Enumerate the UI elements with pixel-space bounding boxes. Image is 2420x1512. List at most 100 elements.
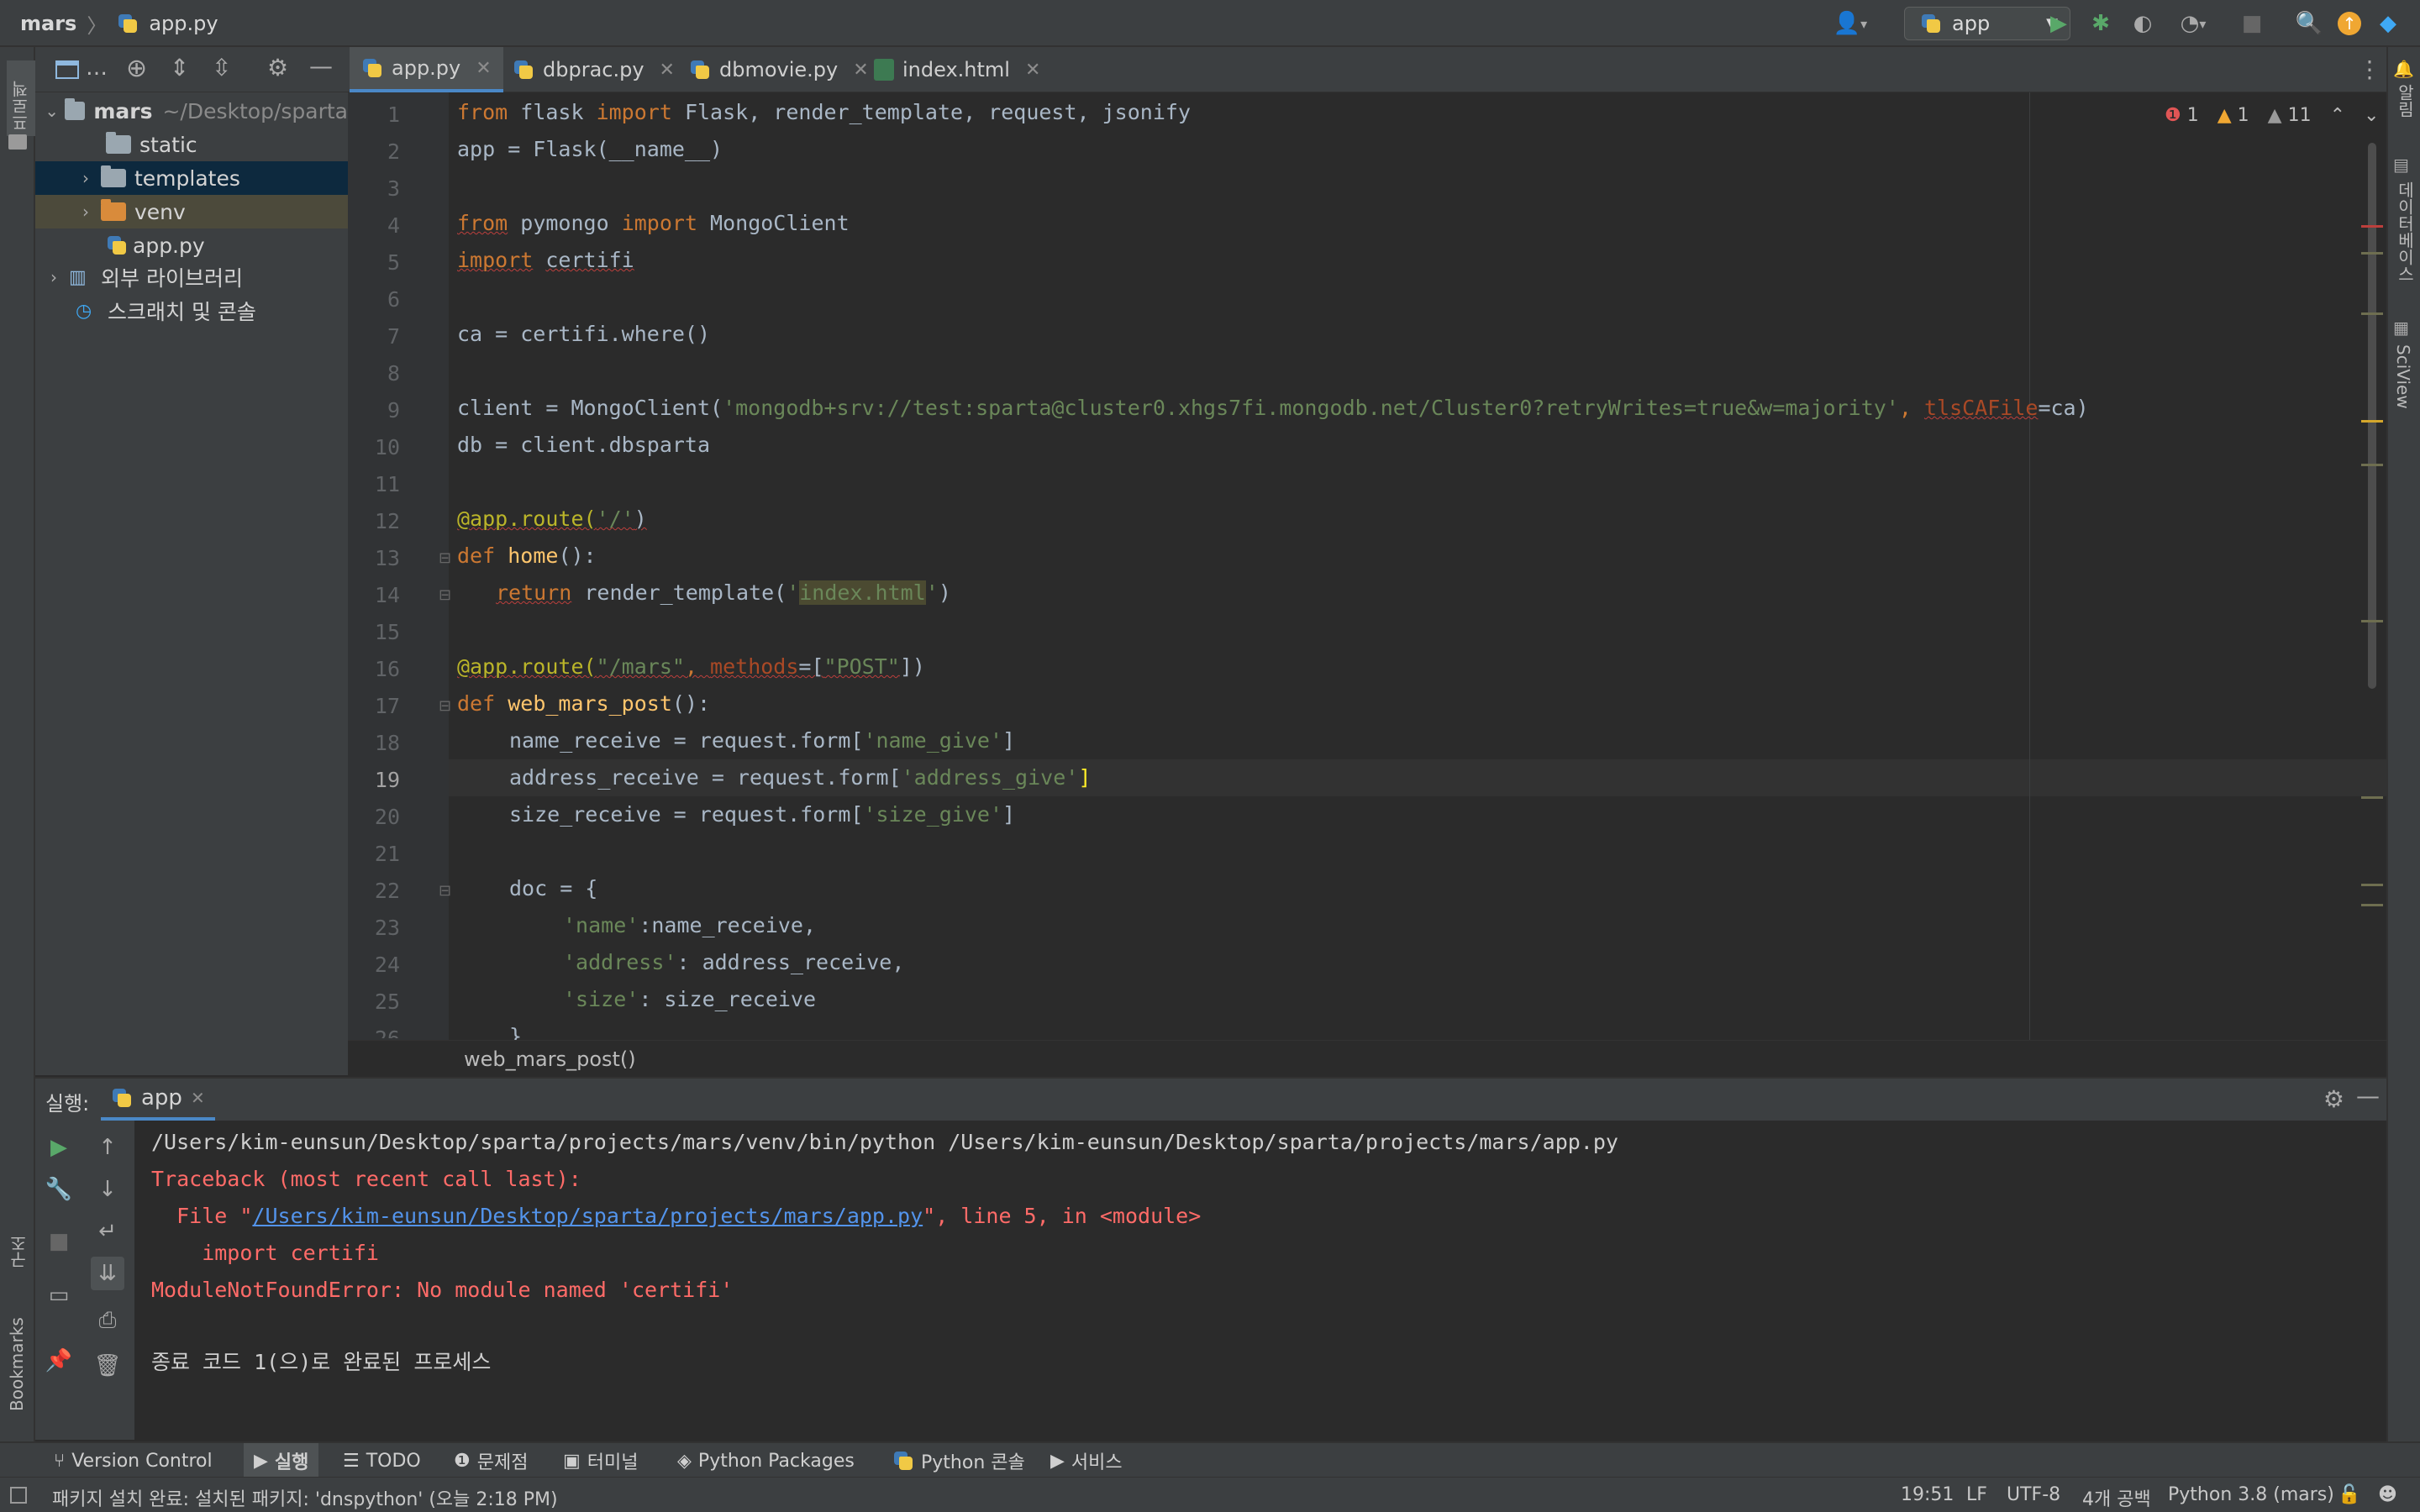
stop-icon[interactable]: ■ — [2235, 7, 2269, 40]
tree-item-scratches[interactable]: ◷ 스크래치 및 콘솔 — [35, 294, 348, 328]
fold-end-icon[interactable]: ⊟ — [439, 586, 451, 604]
database-icon[interactable]: ▤ — [2393, 155, 2409, 175]
jetbrains-icon[interactable]: ◆ — [2371, 7, 2405, 40]
run-tab-app[interactable]: app ✕ — [101, 1079, 215, 1121]
line-separator[interactable]: LF — [1966, 1484, 1987, 1505]
pin-icon[interactable]: 📌 — [42, 1344, 76, 1378]
tree-item-app-py[interactable]: app.py — [35, 228, 348, 262]
close-icon[interactable]: ✕ — [660, 60, 675, 81]
tree-item-external-libraries[interactable]: › ▥ 외부 라이브러리 — [35, 260, 348, 294]
console-code-line: import certifi — [151, 1241, 379, 1265]
database-tool-button[interactable]: 데이터베이스 — [2393, 181, 2417, 282]
tool-services[interactable]: ▶ 서비스 — [1050, 1443, 1123, 1478]
run-icon[interactable]: ▶ — [2042, 7, 2075, 40]
debug-icon[interactable]: ✱ — [2084, 7, 2118, 40]
soft-wrap-icon[interactable]: ↵ — [91, 1215, 124, 1248]
tool-label: 서비스 — [1071, 1452, 1123, 1473]
tool-python-packages[interactable]: ◈ Python Packages — [677, 1443, 855, 1478]
wrench-icon[interactable]: 🔧 — [42, 1173, 76, 1206]
tree-item-templates[interactable]: › templates — [35, 161, 348, 195]
tree-item-static[interactable]: static — [35, 128, 348, 161]
collapse-all-icon[interactable]: ⇳ — [212, 54, 231, 81]
warning-stripe-mark[interactable] — [2361, 904, 2383, 906]
tab-index-html[interactable]: index.html ✕ — [862, 47, 1052, 92]
fold-icon[interactable]: ⊟ — [439, 697, 451, 715]
chevron-right-icon: › — [82, 202, 89, 222]
tool-todo[interactable]: ☰ TODO — [343, 1443, 421, 1478]
weak-warning-count[interactable]: ▲ 11 — [2268, 105, 2312, 126]
trash-icon[interactable]: 🗑 — [91, 1349, 124, 1383]
fold-icon[interactable]: ⊟ — [439, 882, 451, 900]
project-view-icon[interactable] — [55, 60, 79, 79]
tab-dbprac-py[interactable]: dbprac.py ✕ — [501, 47, 687, 92]
code-line-19: address_receive = request.form['address_… — [509, 765, 1092, 790]
code-line-24: 'address': address_receive, — [563, 950, 905, 974]
python-file-icon — [689, 59, 711, 81]
rerun-icon[interactable]: ▶ — [42, 1131, 76, 1164]
hide-icon[interactable]: — — [2356, 1082, 2380, 1110]
console-file-link[interactable]: /Users/kim-eunsun/Desktop/sparta/project… — [252, 1204, 923, 1228]
coverage-icon[interactable]: ◐ — [2126, 7, 2160, 40]
layout-icon[interactable]: ▭ — [42, 1278, 76, 1312]
update-icon[interactable]: ↑ — [2333, 7, 2366, 40]
close-icon[interactable]: ✕ — [1025, 60, 1040, 81]
warning-stripe-mark[interactable] — [2361, 420, 2383, 423]
status-message[interactable]: 패키지 설치 완료: 설치된 패키지: 'dnspython' (오늘 2:18… — [52, 1484, 558, 1511]
bookmarks-tool-button[interactable]: Bookmarks — [7, 1294, 27, 1411]
tree-item-mars[interactable]: ⌄ mars ~/Desktop/sparta — [35, 94, 348, 128]
structure-tool-button[interactable]: 구조 — [7, 1201, 31, 1268]
locate-icon[interactable]: ⊕ — [126, 54, 147, 83]
close-icon[interactable]: ✕ — [191, 1088, 205, 1108]
search-icon[interactable]: 🔍 — [2292, 7, 2326, 40]
settings-icon[interactable]: ⚙ — [2323, 1085, 2344, 1113]
tool-terminal[interactable]: ▣ 터미널 — [563, 1443, 639, 1478]
tool-problems[interactable]: ❶ 문제점 — [454, 1443, 528, 1478]
more-vertical-icon[interactable]: ⋮ — [2358, 55, 2381, 83]
breadcrumb-project[interactable]: mars — [20, 12, 76, 35]
error-count[interactable]: ❶ 1 — [2165, 105, 2199, 126]
tree-item-venv[interactable]: › venv — [35, 195, 348, 228]
warning-stripe-mark[interactable] — [2361, 252, 2383, 255]
profile-icon[interactable]: ◔ ▾ — [2168, 7, 2218, 40]
breadcrumb-file[interactable]: app.py — [149, 12, 218, 35]
print-icon[interactable]: ⎙ — [91, 1304, 124, 1337]
indent-setting[interactable]: 4개 공백 — [2082, 1484, 2151, 1511]
tab-dbmovie-py[interactable]: dbmovie.py ✕ — [677, 47, 881, 92]
arrow-down-icon[interactable]: ↓ — [91, 1173, 124, 1206]
tool-run[interactable]: ▶ 실행 — [244, 1443, 319, 1478]
tool-version-control[interactable]: ⑂ Version Control — [54, 1443, 213, 1478]
user-icon[interactable]: 👤 ▾ — [1825, 7, 1876, 40]
arrow-up-icon[interactable]: ↑ — [91, 1131, 124, 1164]
lock-icon[interactable]: 🔓 — [2338, 1484, 2360, 1505]
caret-position[interactable]: 19:51 — [1901, 1484, 1954, 1505]
warning-stripe-mark[interactable] — [2361, 796, 2383, 799]
warning-stripe-mark[interactable] — [2361, 620, 2383, 622]
function-breadcrumb[interactable]: web_mars_post() — [464, 1047, 636, 1071]
tab-app-py[interactable]: app.py ✕ — [350, 47, 503, 92]
file-encoding[interactable]: UTF-8 — [2007, 1484, 2060, 1505]
notifications-tool-button[interactable]: 알림 — [2393, 84, 2417, 118]
warning-stripe-mark[interactable] — [2361, 884, 2383, 886]
warning-stripe-mark[interactable] — [2361, 312, 2383, 315]
stop-icon[interactable]: ■ — [42, 1225, 76, 1258]
tool-python-console[interactable]: Python 콘솔 — [892, 1443, 1025, 1478]
more-icon[interactable]: … — [86, 55, 108, 81]
fold-icon[interactable]: ⊟ — [439, 549, 451, 567]
toggle-panels-icon[interactable] — [10, 1487, 27, 1504]
close-icon[interactable]: ✕ — [476, 58, 491, 79]
warning-count[interactable]: ▲ 1 — [2217, 105, 2249, 126]
sciview-icon[interactable]: ▦ — [2393, 318, 2409, 338]
inspector-icon[interactable]: ☻ — [2378, 1484, 2397, 1505]
chevron-up-icon[interactable]: ⌃ — [2330, 105, 2345, 126]
scroll-to-end-icon[interactable]: ⇊ — [91, 1257, 124, 1290]
notifications-icon[interactable]: 🔔 — [2393, 59, 2414, 79]
python-interpreter[interactable]: Python 3.8 (mars) — [2168, 1484, 2334, 1505]
warning-stripe-mark[interactable] — [2361, 464, 2383, 466]
chevron-down-icon[interactable]: ⌄ — [2364, 105, 2379, 126]
sciview-tool-button[interactable]: SciView — [2393, 344, 2413, 409]
expand-all-icon[interactable]: ⇕ — [170, 54, 189, 81]
settings-icon[interactable]: ⚙ — [267, 54, 288, 81]
error-stripe-mark[interactable] — [2361, 225, 2383, 228]
inspection-widget[interactable]: ❶ 1 ▲ 1 ▲ 11 ⌃ ⌄ — [2165, 102, 2379, 128]
hide-icon[interactable]: — — [309, 52, 333, 80]
